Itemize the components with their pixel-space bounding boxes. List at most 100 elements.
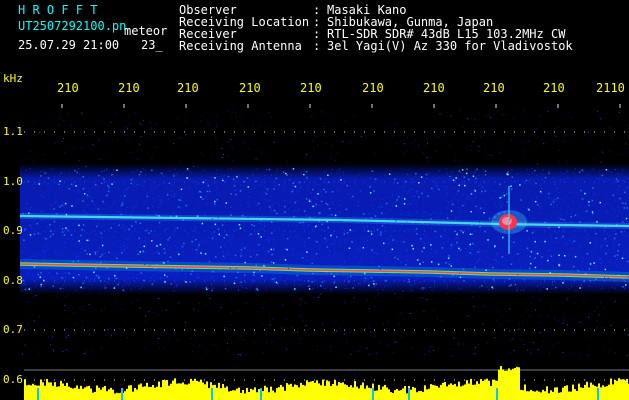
sparse-dot: [375, 296, 377, 298]
noise-dot: [81, 280, 83, 282]
noise-dot: [422, 289, 424, 291]
noise-dot: [304, 209, 306, 211]
noise-dot: [484, 230, 487, 233]
noise-dot: [495, 245, 497, 247]
noise-dot: [53, 282, 55, 284]
sparse-dot: [610, 136, 612, 138]
sparse-dot: [45, 227, 47, 229]
noise-dot: [166, 245, 168, 247]
amplitude-bar: [86, 386, 88, 400]
sparse-dot: [65, 332, 67, 334]
noise-dot: [45, 243, 47, 245]
sparse-dot: [245, 151, 247, 153]
sparse-dot: [468, 316, 470, 318]
sparse-dot: [560, 132, 562, 133]
noise-dot: [539, 205, 540, 207]
noise-dot: [59, 206, 61, 208]
sparse-dot: [482, 199, 484, 201]
noise-dot: [94, 184, 95, 186]
noise-dot: [209, 253, 210, 255]
noise-dot: [286, 237, 289, 240]
noise-dot: [415, 172, 417, 175]
sparse-dot: [461, 232, 463, 234]
noise-dot: [265, 289, 267, 291]
sparse-dot: [213, 344, 215, 346]
noise-dot: [105, 256, 107, 258]
noise-dot: [613, 249, 615, 251]
noise-dot: [261, 213, 263, 215]
noise-dot: [557, 197, 559, 199]
noise-dot: [142, 251, 145, 253]
amplitude-bar: [206, 381, 208, 400]
noise-dot: [239, 227, 242, 230]
noise-dot: [535, 195, 537, 197]
noise-dot: [326, 247, 328, 249]
noise-dot: [506, 201, 508, 203]
noise-dot: [561, 199, 563, 200]
amplitude-bar: [26, 385, 28, 400]
noise-dot: [185, 199, 187, 201]
sparse-dot: [479, 221, 480, 223]
noise-dot: [625, 217, 628, 220]
noise-dot: [405, 250, 408, 252]
noise-dot: [443, 243, 444, 245]
noise-dot: [198, 242, 200, 244]
noise-dot: [166, 187, 168, 188]
noise-dot: [273, 209, 276, 212]
noise-dot: [541, 256, 543, 258]
noise-dot: [289, 190, 291, 192]
amplitude-bar: [584, 384, 586, 400]
noise-dot: [123, 245, 125, 247]
sparse-dot: [365, 328, 366, 330]
noise-dot: [594, 268, 596, 270]
noise-dot: [450, 260, 452, 262]
sparse-dot: [243, 142, 245, 144]
noise-dot: [214, 205, 216, 207]
noise-dot: [257, 250, 259, 252]
sparse-dot: [316, 144, 318, 146]
sparse-dot: [82, 319, 84, 321]
amplitude-bar: [604, 386, 606, 400]
noise-dot: [249, 250, 251, 252]
noise-dot: [73, 190, 75, 192]
noise-dot: [486, 251, 488, 253]
sparse-dot: [36, 134, 38, 136]
noise-dot: [257, 244, 260, 246]
sparse-dot: [156, 206, 158, 208]
noise-dot: [75, 243, 77, 245]
sparse-dot: [20, 339, 22, 341]
sparse-dot: [196, 337, 198, 339]
noise-dot: [337, 181, 339, 183]
sparse-dot: [230, 206, 232, 208]
amplitude-bar: [76, 385, 78, 400]
noise-dot: [309, 182, 311, 184]
noise-dot: [548, 249, 551, 252]
noise-dot: [578, 245, 580, 247]
noise-dot: [435, 184, 437, 186]
noise-dot: [540, 283, 542, 285]
noise-dot: [20, 221, 22, 222]
noise-dot: [225, 246, 227, 248]
noise-dot: [524, 197, 526, 199]
sparse-dot: [309, 196, 311, 198]
noise-dot: [135, 206, 137, 208]
noise-dot: [611, 234, 613, 236]
sparse-dot: [537, 349, 539, 351]
sparse-dot: [40, 211, 42, 212]
sparse-dot: [185, 133, 187, 135]
sparse-dot: [24, 232, 26, 234]
sparse-dot: [588, 345, 590, 347]
noise-dot: [443, 228, 445, 230]
amplitude-bar: [538, 391, 540, 400]
noise-dot: [107, 194, 109, 196]
noise-dot: [132, 171, 133, 173]
noise-dot: [85, 196, 87, 197]
noise-dot: [158, 196, 160, 198]
noise-dot: [114, 274, 116, 277]
noise-dot: [524, 182, 526, 184]
noise-dot: [381, 225, 384, 227]
amplitude-bar: [316, 380, 318, 400]
sparse-dot: [110, 121, 112, 123]
noise-dot: [569, 239, 571, 241]
noise-dot: [205, 197, 207, 199]
